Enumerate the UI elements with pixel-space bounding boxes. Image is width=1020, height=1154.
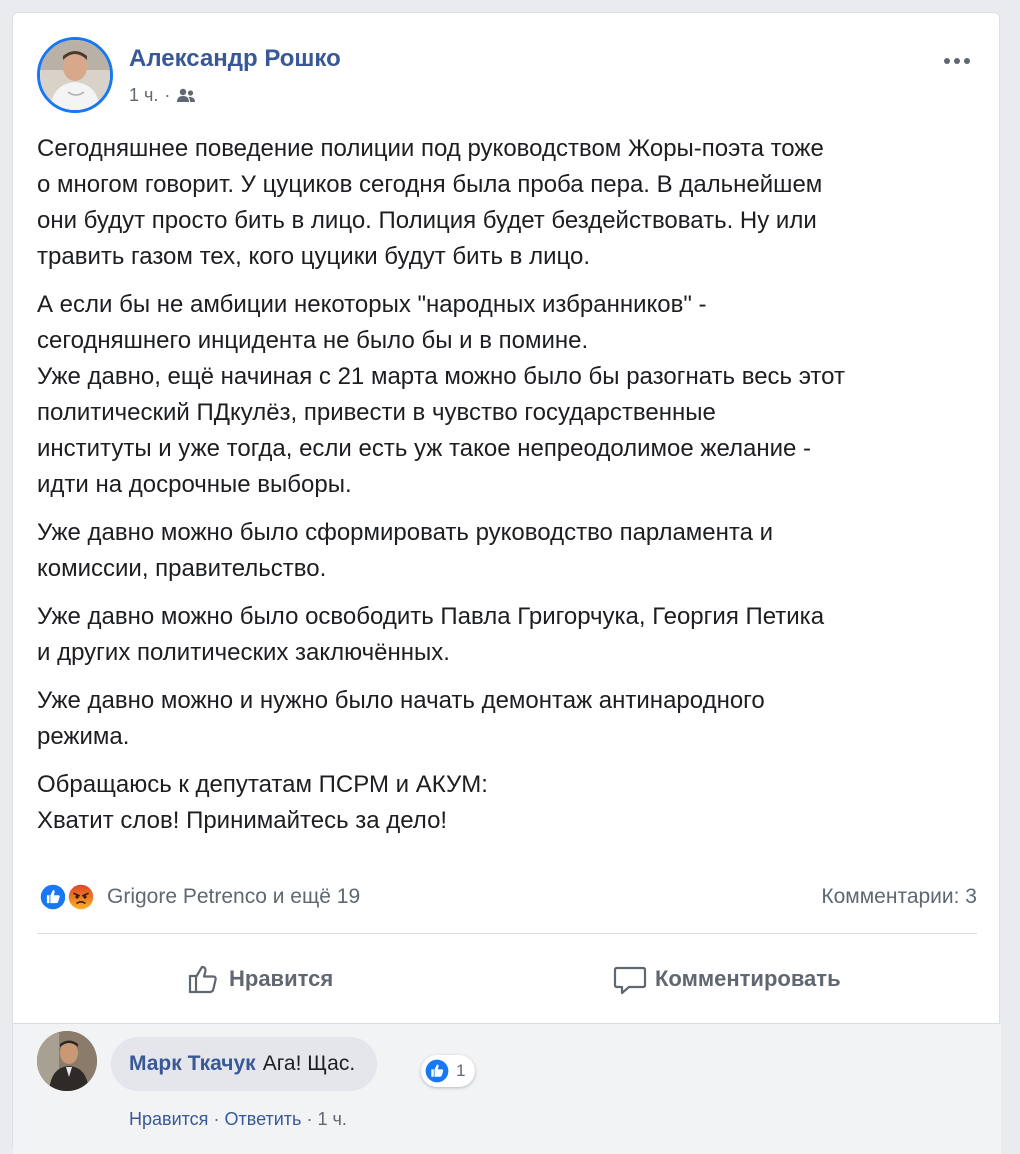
angry-reaction-icon: [65, 881, 97, 913]
comment-reaction-count: 1: [456, 1061, 466, 1080]
comment-time[interactable]: 1 ч.: [317, 1109, 346, 1129]
post-meta: 1 ч. ·: [129, 85, 196, 106]
like-reaction-icon: [425, 1059, 449, 1083]
avatar-photo-icon: [40, 40, 110, 110]
reaction-icons[interactable]: [37, 881, 97, 913]
commenter-avatar[interactable]: [37, 1031, 97, 1091]
comment-bubble-icon: [613, 966, 647, 995]
like-button[interactable]: Нравится: [187, 957, 333, 1001]
author-avatar[interactable]: [37, 37, 113, 113]
post-header: Александр Рошко 1 ч. ·: [37, 37, 977, 117]
commenter-name[interactable]: Марк Ткачук: [129, 1052, 256, 1076]
post-paragraph: Уже давно можно было освободить Павла Гр…: [37, 603, 825, 666]
comments-count[interactable]: Комментарии: 3: [821, 885, 977, 909]
post-paragraph: Уже давно можно и нужно было начать демо…: [37, 687, 765, 750]
comment-reactions[interactable]: 1: [421, 1055, 476, 1087]
post-paragraph: Сегодняшнее поведение полиции под руково…: [37, 135, 824, 270]
more-horizontal-icon: [944, 58, 950, 64]
comment-button[interactable]: Комментировать: [613, 957, 841, 1001]
comment-item: Марк Ткачук Ага! Щас. 1 Нравится · Ответ…: [37, 1031, 977, 1141]
post-card: Александр Рошко 1 ч. · Сегодняшнее повед…: [12, 12, 1001, 1154]
post-time[interactable]: 1 ч.: [129, 85, 158, 106]
friends-icon[interactable]: [176, 88, 196, 104]
comment-text: Ага! Щас.: [262, 1052, 356, 1075]
meta-separator: ·: [164, 85, 171, 105]
divider: [37, 933, 977, 934]
thumbs-up-icon: [188, 965, 217, 994]
post-text: Сегодняшнее поведение полиции под руково…: [37, 131, 977, 851]
post-actions: Нравится Комментировать: [37, 949, 977, 1009]
comment-bubble: Марк Ткачук Ага! Щас.: [111, 1037, 378, 1091]
separator: ·: [213, 1109, 220, 1129]
more-options-button[interactable]: [937, 51, 977, 71]
comment-like-link[interactable]: Нравится: [129, 1109, 208, 1129]
reactions-summary: Grigore Petrenco и ещё 19 Комментарии: 3: [37, 879, 977, 915]
comment-actions: Нравится · Ответить · 1 ч.: [129, 1109, 347, 1130]
comment-reply-link[interactable]: Ответить: [224, 1109, 301, 1129]
post-paragraph: Уже давно можно было сформировать руково…: [37, 519, 774, 582]
author-name[interactable]: Александр Рошко: [129, 45, 341, 73]
post-paragraph: Обращаюсь к депутатам ПСРМ и АКУМ: Хвати…: [37, 771, 488, 834]
post-paragraph: А если бы не амбиции некоторых "народных…: [37, 291, 845, 498]
comment-button-label: Комментировать: [655, 966, 841, 991]
reactors-text[interactable]: Grigore Petrenco и ещё 19: [107, 885, 360, 909]
like-button-label: Нравится: [229, 966, 334, 991]
commenter-photo-icon: [37, 1031, 97, 1091]
separator: ·: [306, 1109, 313, 1129]
